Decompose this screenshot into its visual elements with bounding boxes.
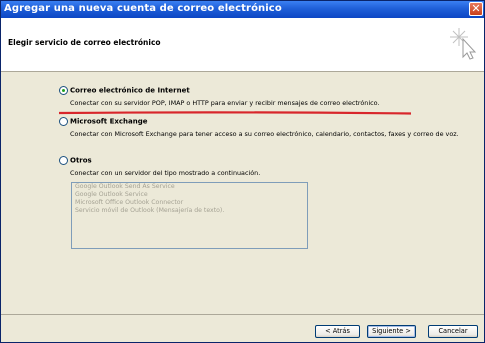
back-button[interactable]: < Atrás <box>315 325 360 338</box>
option-description: Conectar con Microsoft Exchange para ten… <box>70 130 459 138</box>
close-icon: ✕ <box>471 2 481 15</box>
list-item[interactable]: Google Outlook Service <box>72 191 307 199</box>
window-title: Agregar una nueva cuenta de correo elect… <box>4 3 282 14</box>
list-item[interactable]: Microsoft Office Outlook Connector <box>72 199 307 207</box>
option-label: Microsoft Exchange <box>70 117 148 126</box>
cursor-sparkle-icon <box>450 28 477 60</box>
radio-internet-email[interactable] <box>59 86 68 95</box>
wizard-body: Correo electrónico de Internet Conectar … <box>1 72 484 314</box>
list-item[interactable]: Google Outlook Send As Service <box>72 183 307 191</box>
list-item[interactable]: Servicio móvil de Outlook (Mensajería de… <box>72 207 307 215</box>
title-bar[interactable]: Agregar una nueva cuenta de correo elect… <box>1 1 484 18</box>
wizard-header: Elegir servicio de correo electrónico <box>1 18 484 72</box>
page-title: Elegir servicio de correo electrónico <box>8 38 161 47</box>
close-button[interactable]: ✕ <box>469 2 483 16</box>
next-button[interactable]: Siguiente > <box>367 325 416 338</box>
option-description: Conectar con su servidor POP, IMAP o HTT… <box>70 99 380 107</box>
option-description: Conectar con un servidor del tipo mostra… <box>70 169 261 177</box>
cancel-button[interactable]: Cancelar <box>428 325 478 338</box>
option-label: Otros <box>70 156 92 165</box>
radio-others[interactable] <box>59 156 68 165</box>
dialog-window: Agregar una nueva cuenta de correo elect… <box>0 0 485 343</box>
option-exchange[interactable]: Microsoft Exchange <box>59 117 147 126</box>
option-internet-email[interactable]: Correo electrónico de Internet <box>59 86 190 95</box>
option-others[interactable]: Otros <box>59 156 92 165</box>
red-annotation-underline <box>59 111 411 115</box>
button-bar: < Atrás Siguiente > Cancelar <box>1 314 484 342</box>
radio-exchange[interactable] <box>59 117 68 126</box>
other-types-listbox[interactable]: Google Outlook Send As Service Google Ou… <box>71 182 308 249</box>
option-label: Correo electrónico de Internet <box>70 86 190 95</box>
